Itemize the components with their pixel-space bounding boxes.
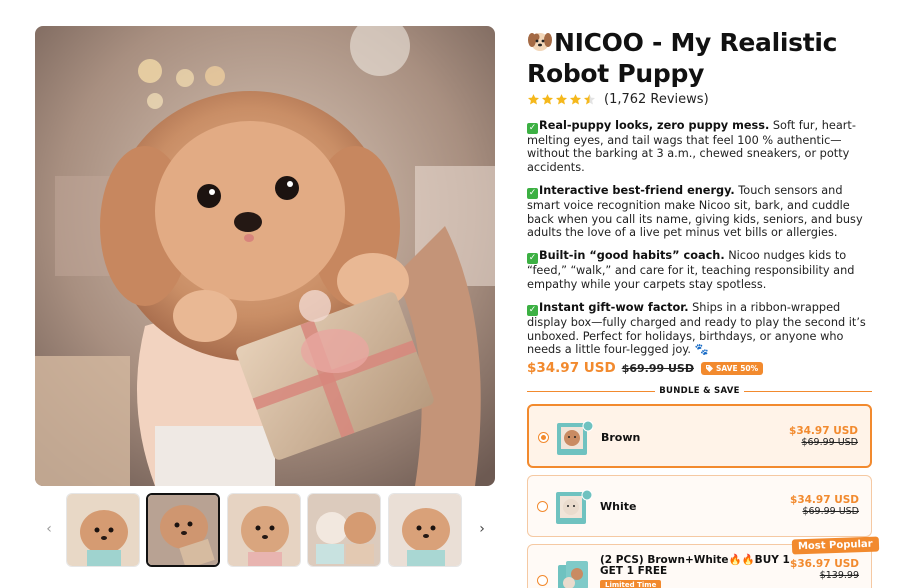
- save-badge: SAVE 50%: [700, 361, 764, 375]
- option-price-current: $36.97 USD: [790, 558, 859, 570]
- feature-heading: Real-puppy looks, zero puppy mess.: [539, 119, 770, 132]
- feature-item: ✓ Real-puppy looks, zero puppy mess. Soft…: [527, 119, 877, 174]
- option-price-current: $34.97 USD: [790, 494, 859, 506]
- radio-unselected[interactable]: [537, 575, 548, 586]
- chevron-left-icon[interactable]: ‹: [39, 519, 59, 539]
- option-price: $36.97 USD $139.99: [790, 559, 859, 582]
- bundle-option-brown[interactable]: Brown $34.97 USD $69.99 USD: [527, 404, 872, 468]
- divider-line: [744, 391, 872, 392]
- product-title-text: NICOO - My Realistic Robot Puppy: [527, 28, 838, 88]
- check-mark-icon: ✓: [527, 305, 538, 317]
- limited-time-badge: Limited Time: [600, 580, 662, 588]
- thumbnail-4[interactable]: [307, 493, 381, 567]
- option-price-compare: $139.99: [819, 570, 859, 581]
- option-price: $34.97 USD $69.99 USD: [789, 425, 858, 449]
- puppy-face-icon: [527, 28, 553, 54]
- feature-heading: Instant gift-wow factor.: [539, 301, 689, 315]
- check-mark-icon: ✓: [527, 253, 538, 265]
- review-count[interactable]: (1,762 Reviews): [604, 92, 709, 107]
- star-icon: [541, 93, 554, 104]
- chevron-right-icon[interactable]: ›: [472, 519, 492, 539]
- bundle-heading: BUNDLE & SAVE: [527, 385, 872, 399]
- product-title: NICOO - My Realistic Robot Puppy: [527, 27, 887, 89]
- feature-heading: Interactive best-friend energy.: [539, 184, 735, 198]
- thumbnail-5[interactable]: [388, 493, 462, 567]
- feature-item: ✓ Instant gift-wow factor. Ships in a rib…: [527, 301, 877, 356]
- feature-heading: Built-in “good habits” coach.: [539, 249, 725, 263]
- most-popular-badge: Most Popular: [791, 536, 879, 555]
- star-rating: [527, 93, 596, 106]
- check-mark-icon: ✓: [527, 123, 538, 134]
- check-mark-icon: ✓: [527, 188, 538, 200]
- feature-item: ✓ Interactive best-friend energy. Touch s…: [527, 184, 877, 239]
- option-price: $34.97 USD $69.99 USD: [790, 494, 859, 518]
- thumbnail-strip: ‹ ›: [35, 491, 495, 569]
- bundle-option-white[interactable]: White $34.97 USD $69.99 USD: [527, 475, 872, 537]
- feature-item: ✓ Built-in “good habits” coach. Nicoo nud…: [527, 249, 877, 291]
- save-badge-label: SAVE 50%: [715, 363, 759, 373]
- rating-row[interactable]: (1,762 Reviews): [527, 90, 709, 108]
- tag-icon: [705, 364, 713, 372]
- radio-unselected[interactable]: [537, 501, 548, 512]
- product-box-image: [558, 561, 588, 588]
- feature-list: ✓ Real-puppy looks, zero puppy mess. Soft…: [527, 119, 877, 366]
- product-main-image[interactable]: [35, 26, 495, 486]
- thumbnail-3[interactable]: [227, 493, 301, 567]
- price-row: $34.97 USD $69.99 USD SAVE 50%: [527, 359, 764, 377]
- star-icon: [555, 93, 568, 104]
- option-name: Brown: [601, 431, 641, 444]
- option-price-current: $34.97 USD: [789, 425, 858, 437]
- product-box-image: [557, 420, 593, 455]
- option-price-compare: $69.99 USD: [801, 437, 858, 448]
- star-icon: [527, 93, 540, 104]
- star-icon: [569, 93, 582, 104]
- option-name: White: [600, 500, 637, 513]
- current-price: $34.97 USD: [527, 360, 616, 376]
- star-half-icon: [583, 93, 596, 104]
- product-box-image: [556, 489, 592, 524]
- compare-at-price: $69.99 USD: [621, 361, 694, 375]
- option-name: (2 PCS) Brown+White🔥🔥BUY 1 GET 1 FREE: [600, 554, 790, 577]
- thumbnail-1[interactable]: [66, 493, 140, 567]
- thumbnail-2[interactable]: [146, 493, 220, 567]
- radio-selected[interactable]: [538, 432, 549, 443]
- option-price-compare: $69.99 USD: [802, 506, 859, 517]
